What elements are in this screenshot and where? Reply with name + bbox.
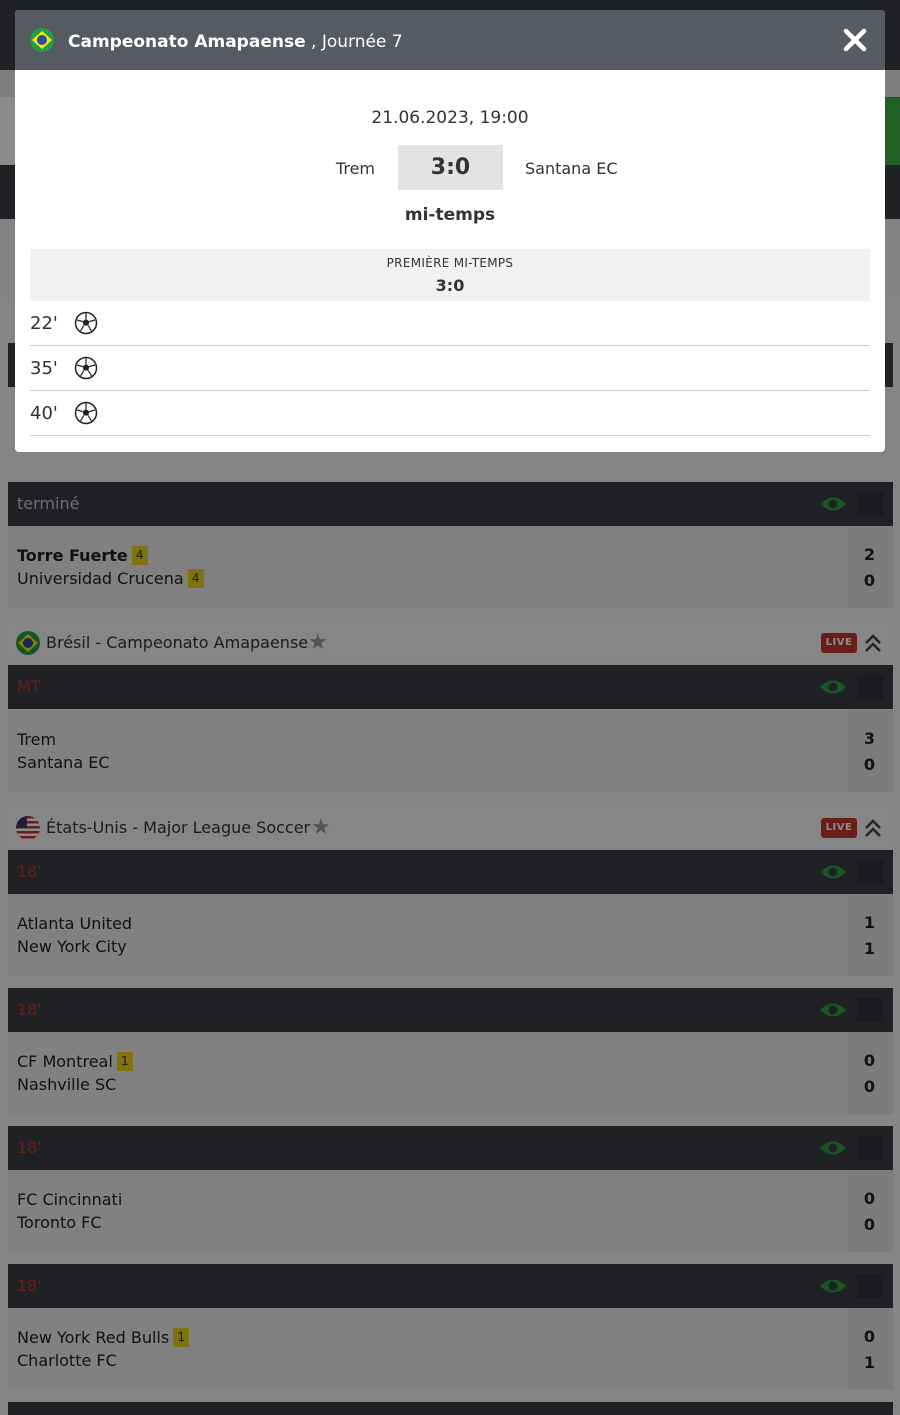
league-name: Campeonato Amapaense — [68, 32, 306, 52]
match-detail-modal: Campeonato Amapaense , Journée 7 21.06.2… — [15, 10, 885, 452]
match-datetime: 21.06.2023, 19:00 — [371, 108, 529, 128]
event-minute: 40' — [30, 403, 58, 424]
goal-event: 22' — [30, 301, 870, 346]
soccer-ball-icon — [74, 311, 98, 335]
event-minute: 35' — [30, 358, 58, 379]
half-label: PREMIÈRE MI-TEMPS — [386, 256, 514, 270]
away-team: Santana EC — [525, 159, 618, 178]
soccer-ball-icon — [74, 401, 98, 425]
modal-header: Campeonato Amapaense , Journée 7 — [15, 10, 885, 70]
goal-event: 35' — [30, 346, 870, 391]
close-icon[interactable] — [839, 24, 871, 56]
event-minute: 22' — [30, 313, 58, 334]
goal-event: 40' — [30, 391, 870, 436]
soccer-ball-icon — [74, 356, 98, 380]
half-score: 3:0 — [435, 276, 465, 295]
match-status: mi-temps — [404, 205, 496, 225]
home-team: Trem — [335, 159, 375, 178]
half-summary: PREMIÈRE MI-TEMPS 3:0 — [30, 249, 870, 301]
round-label: , Journée 7 — [311, 32, 403, 52]
brazil-flag-icon — [30, 28, 54, 52]
match-score: 3:0 — [398, 145, 503, 190]
modal-title: Campeonato Amapaense , Journée 7 — [68, 10, 403, 74]
